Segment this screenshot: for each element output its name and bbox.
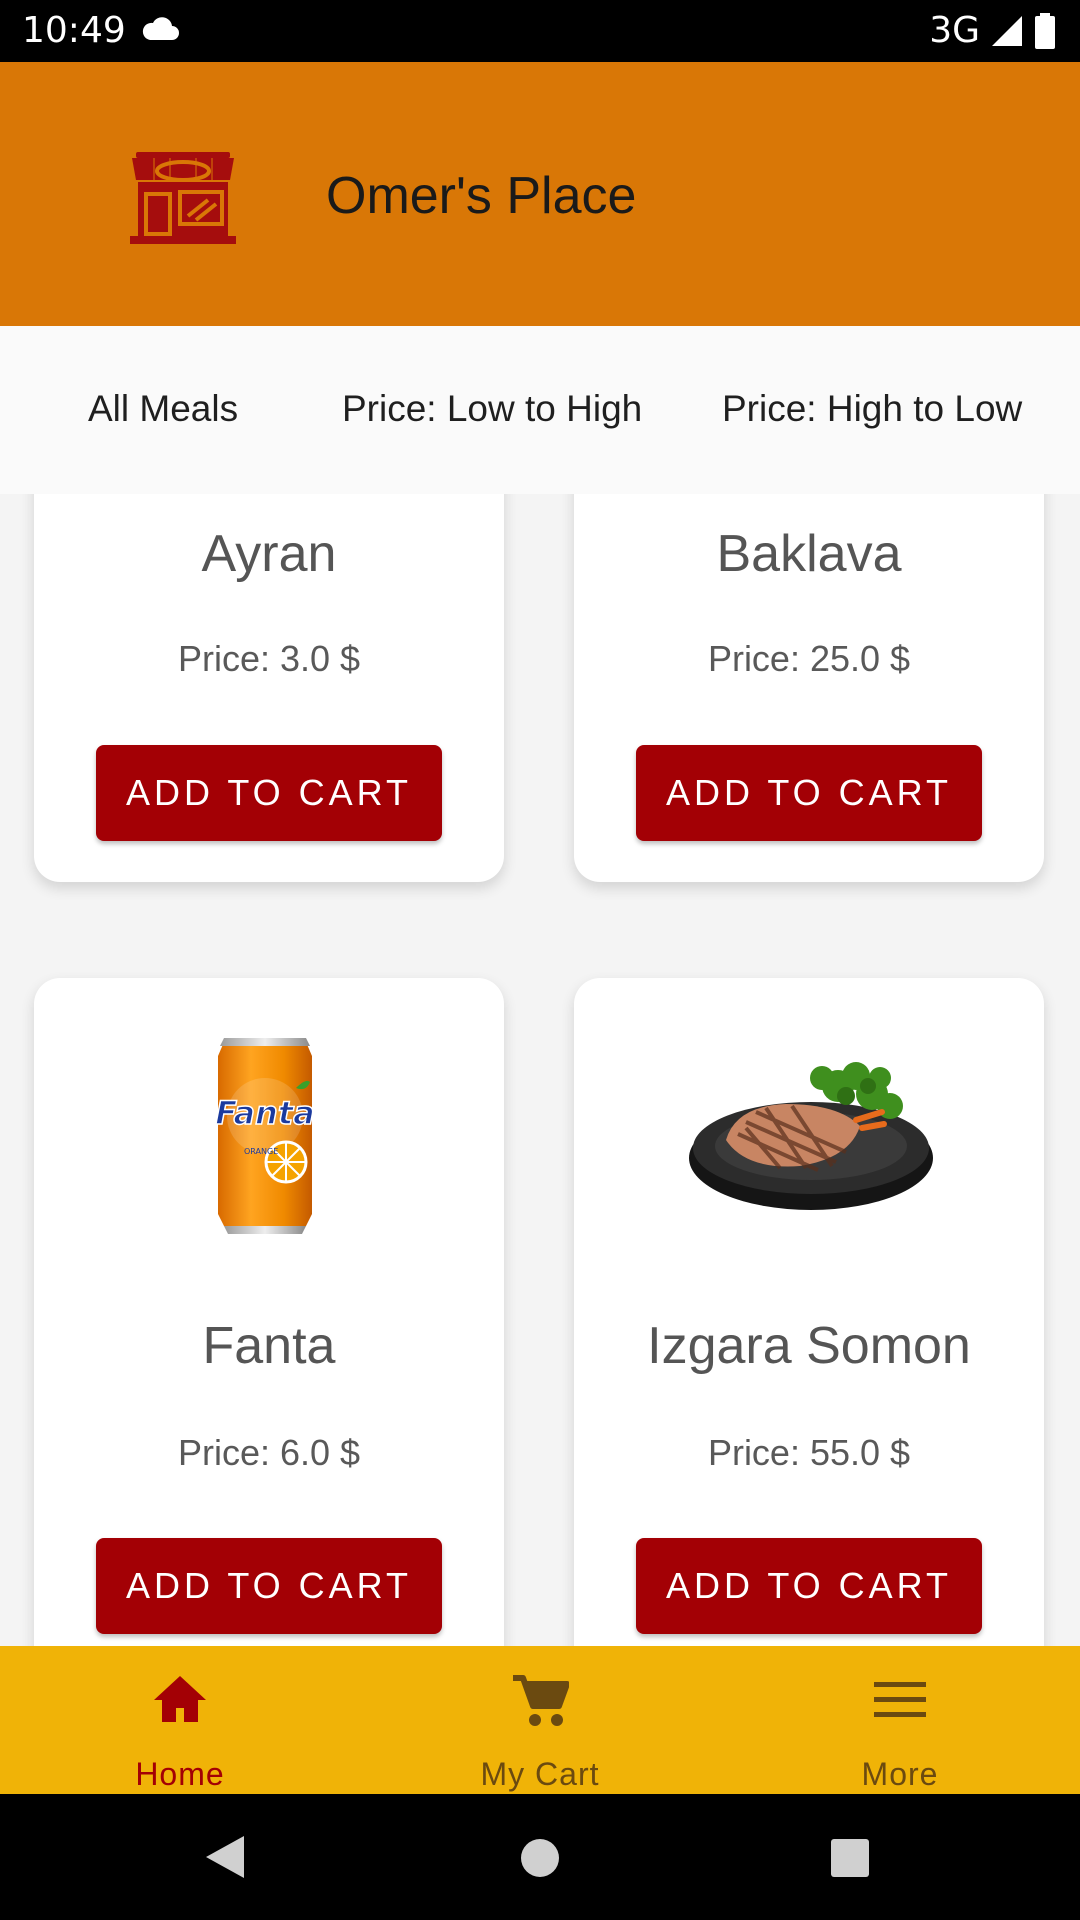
product-card-izgara-somon: Izgara Somon Price: 55.0 $ ADD TO CART [574, 978, 1044, 1646]
status-bar: 10:49 3G [0, 0, 1080, 62]
recents-icon[interactable] [830, 1838, 870, 1878]
product-name: Baklava [716, 525, 902, 583]
salmon-plate-image [689, 1062, 933, 1210]
filter-bar: All Meals Price: Low to High Price: High… [0, 326, 1080, 494]
nav-home[interactable]: Home [0, 1646, 360, 1794]
filter-price-high-low[interactable]: Price: High to Low [722, 388, 1022, 430]
cart-icon [513, 1675, 569, 1726]
app-title: Omer's Place [326, 167, 637, 225]
system-nav-bar [0, 1794, 1080, 1920]
add-to-cart-button[interactable]: ADD TO CART [96, 1538, 442, 1634]
nav-my-cart-label: My Cart [480, 1756, 600, 1792]
nav-my-cart[interactable]: My Cart [360, 1646, 720, 1794]
product-card-ayran: Ayran Price: 3.0 $ ADD TO CART [34, 494, 504, 882]
product-price: Price: 25.0 $ [707, 638, 911, 679]
product-card-fanta: Fanta ORANGE Fanta Price: 6.0 $ ADD TO C… [34, 978, 504, 1646]
product-name: Ayran [201, 525, 337, 583]
product-price: Price: 6.0 $ [177, 1432, 361, 1473]
can-sub-text: ORANGE [244, 1147, 278, 1156]
add-to-cart-button[interactable]: ADD TO CART [636, 745, 982, 841]
bottom-nav: Home My Cart More [0, 1646, 1080, 1794]
signal-icon [992, 15, 1022, 46]
network-type: 3G [929, 10, 980, 51]
add-to-cart-button[interactable]: ADD TO CART [96, 745, 442, 841]
filter-price-low-high[interactable]: Price: Low to High [342, 388, 642, 430]
status-time: 10:49 [22, 10, 126, 51]
nav-more-label: More [861, 1756, 939, 1792]
app-header: Omer's Place [0, 62, 1080, 326]
battery-icon [1035, 12, 1055, 49]
add-to-cart-button[interactable]: ADD TO CART [636, 1538, 982, 1634]
fanta-can-image: Fanta ORANGE [215, 1038, 315, 1234]
product-price: Price: 3.0 $ [177, 638, 361, 679]
product-card-baklava: Baklava Price: 25.0 $ ADD TO CART [574, 494, 1044, 882]
product-grid[interactable]: Ayran Price: 3.0 $ ADD TO CART Baklava P… [0, 494, 1080, 1646]
home-icon [154, 1676, 206, 1722]
home-circle-icon[interactable] [520, 1838, 560, 1878]
product-name: Izgara Somon [647, 1317, 971, 1375]
store-icon [130, 152, 236, 244]
back-icon[interactable] [204, 1834, 246, 1880]
nav-more[interactable]: More [720, 1646, 1080, 1794]
filter-all-meals[interactable]: All Meals [88, 388, 238, 430]
product-price: Price: 55.0 $ [707, 1432, 911, 1473]
product-name: Fanta [202, 1317, 336, 1375]
can-brand-text: Fanta [215, 1094, 314, 1132]
cloud-icon [142, 17, 179, 40]
nav-home-label: Home [135, 1756, 225, 1792]
menu-icon [874, 1682, 926, 1717]
status-icons: 3G [929, 10, 1056, 51]
